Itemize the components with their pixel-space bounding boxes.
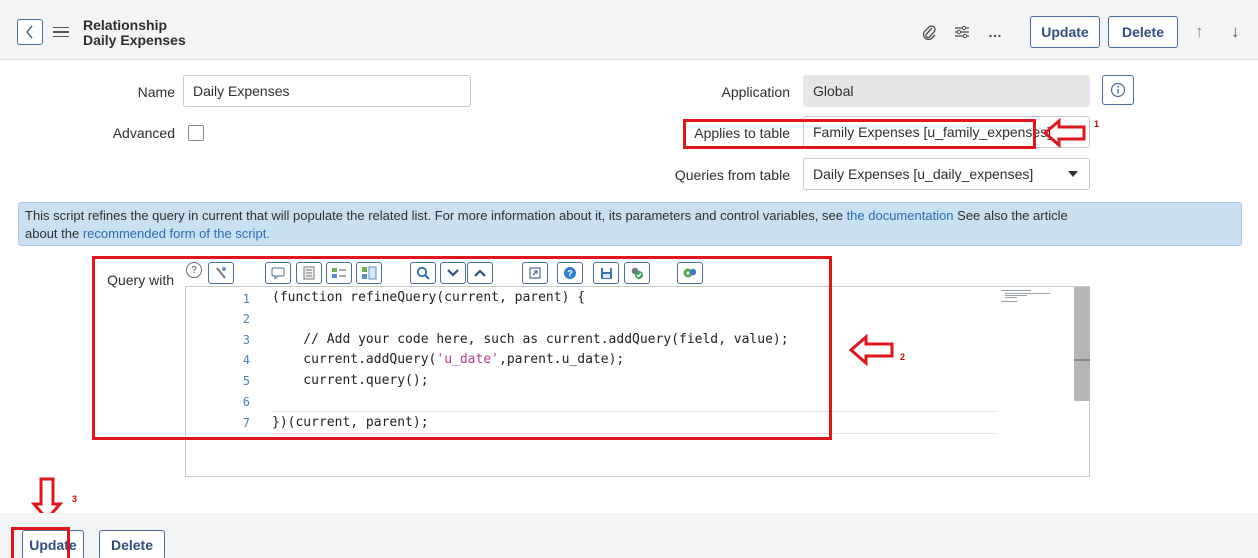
documentation-link[interactable]: the documentation xyxy=(847,208,954,223)
recommended-form-link[interactable]: recommended form of the script. xyxy=(83,226,270,241)
page-title: Relationship Daily Expenses xyxy=(83,18,186,48)
header-delete-button[interactable]: Delete xyxy=(1108,16,1178,48)
highlight-box-2 xyxy=(92,256,832,440)
header-update-button[interactable]: Update xyxy=(1030,16,1100,48)
queries-from-table-label: Queries from table xyxy=(674,167,790,183)
form-footer: Update Delete xyxy=(0,513,1258,558)
chevron-left-icon xyxy=(25,25,33,39)
queries-from-table-select[interactable]: Daily Expenses [u_daily_expenses] xyxy=(803,158,1090,190)
dropdown-caret-icon xyxy=(1068,171,1078,177)
editor-scrollbar[interactable] xyxy=(1074,287,1090,401)
annotation-number-3: 3 xyxy=(72,494,78,504)
banner-text-2: See also the article xyxy=(953,208,1068,223)
info-banner: This script refines the query in current… xyxy=(18,202,1242,246)
name-label: Name xyxy=(137,84,175,100)
back-button[interactable] xyxy=(17,19,43,45)
footer-delete-button[interactable]: Delete xyxy=(99,530,165,558)
banner-text-1: This script refines the query in current… xyxy=(25,208,847,223)
highlight-box-3 xyxy=(11,527,70,558)
banner-text-3: about the xyxy=(25,226,83,241)
annotation-arrow-1-icon xyxy=(1043,118,1086,148)
info-icon xyxy=(1110,82,1126,98)
application-field: Global xyxy=(803,75,1090,107)
annotation-number-1: 1 xyxy=(1094,119,1100,129)
next-record-icon[interactable]: ↓ xyxy=(1231,22,1240,42)
advanced-checkbox[interactable] xyxy=(188,125,204,141)
annotation-number-2: 2 xyxy=(900,352,906,362)
attachment-icon[interactable] xyxy=(919,22,939,42)
settings-sliders-icon[interactable] xyxy=(952,22,972,42)
application-info-button[interactable] xyxy=(1102,75,1134,105)
form-header: Relationship Daily Expenses … Update Del… xyxy=(0,0,1258,60)
title-record-name: Daily Expenses xyxy=(83,32,186,48)
more-options-icon[interactable]: … xyxy=(985,22,1005,42)
highlight-box-1 xyxy=(683,119,1036,149)
previous-record-icon[interactable]: ↑ xyxy=(1195,22,1204,42)
advanced-label: Advanced xyxy=(112,125,175,141)
application-label: Application xyxy=(721,84,791,100)
name-input[interactable]: Daily Expenses xyxy=(183,75,471,107)
menu-icon[interactable] xyxy=(53,22,69,42)
annotation-arrow-2-icon xyxy=(849,334,894,366)
title-record-type: Relationship xyxy=(83,17,168,33)
